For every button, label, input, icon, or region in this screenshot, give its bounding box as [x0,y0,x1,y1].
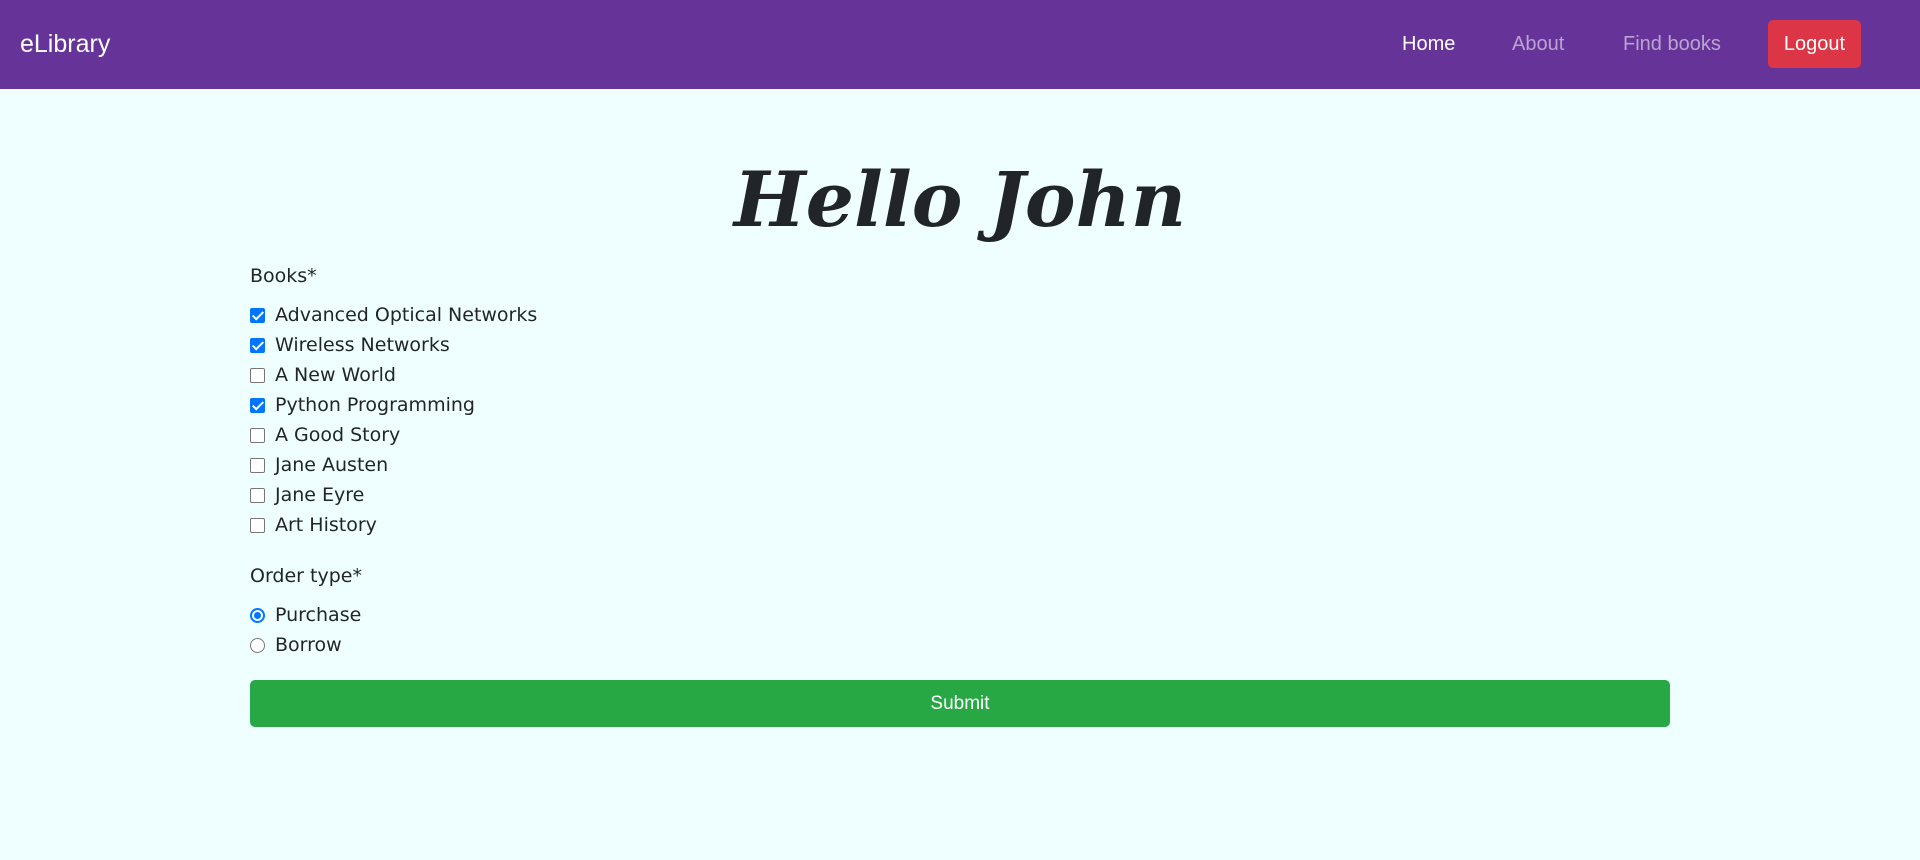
brand-logo-link[interactable]: eLibrary [20,28,110,60]
book-option-label: A New World [275,364,396,386]
book-option-wireless-networks[interactable]: Wireless Networks [250,332,450,358]
books-field-label: Books* [250,265,317,287]
book-option-art-history[interactable]: Art History [250,512,377,538]
nav-link-find-books[interactable]: Find books [1623,31,1721,57]
book-option-a-good-story[interactable]: A Good Story [250,422,400,448]
order-type-option-label: Purchase [275,604,362,626]
checkbox[interactable] [250,487,265,503]
book-option-jane-austen[interactable]: Jane Austen [250,452,388,478]
checkbox[interactable] [250,427,265,443]
book-option-label: Jane Austen [275,454,389,476]
order-type-option-purchase[interactable]: Purchase [250,602,361,628]
checkbox[interactable] [250,397,265,413]
submit-button[interactable]: Submit [250,680,1670,727]
book-option-python-programming[interactable]: Python Programming [250,392,475,418]
book-option-a-new-world[interactable]: A New World [250,362,396,388]
checkbox[interactable] [250,367,265,383]
checkbox[interactable] [250,517,265,533]
book-option-label: A Good Story [275,424,401,446]
book-option-label: Jane Eyre [275,484,365,506]
book-option-label: Advanced Optical Networks [275,304,538,326]
checkbox[interactable] [250,457,265,473]
logout-button[interactable]: Logout [1768,20,1861,68]
order-type-option-label: Borrow [275,634,342,656]
radio-button[interactable] [250,637,265,653]
order-type-option-borrow[interactable]: Borrow [250,632,342,658]
checkbox[interactable] [250,307,265,323]
checkbox[interactable] [250,337,265,353]
page-title-greeting: Hello John [733,155,1187,244]
book-option-label: Python Programming [275,394,475,416]
book-option-label: Art History [275,514,377,536]
book-option-label: Wireless Networks [275,334,450,356]
book-option-advanced-optical-networks[interactable]: Advanced Optical Networks [250,302,537,328]
top-navbar: eLibrary Home About Find books Logout [0,0,1920,89]
radio-button[interactable] [250,607,265,623]
order-type-field-label: Order type* [250,565,362,587]
nav-link-about[interactable]: About [1512,31,1564,57]
book-option-jane-eyre[interactable]: Jane Eyre [250,482,364,508]
nav-link-home[interactable]: Home [1402,31,1455,57]
